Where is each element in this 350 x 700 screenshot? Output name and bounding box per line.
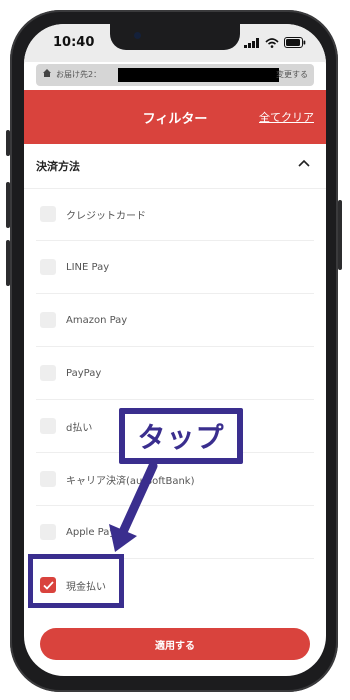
checkbox[interactable] bbox=[40, 418, 56, 434]
payment-method-section-header[interactable]: 決済方法 bbox=[24, 144, 326, 189]
delivery-address-bar[interactable]: お届け先2： 変更する bbox=[36, 64, 314, 86]
payment-option-label: PayPay bbox=[66, 367, 102, 379]
payment-option-label: d払い bbox=[66, 422, 93, 434]
payment-option[interactable]: Apple Pay bbox=[36, 506, 314, 559]
annotation-callout-inner: タップ bbox=[125, 414, 237, 458]
payment-option[interactable]: LINE Pay bbox=[36, 241, 314, 294]
wifi-icon bbox=[265, 37, 279, 48]
camera-icon bbox=[134, 32, 141, 39]
signal-icon bbox=[244, 37, 259, 48]
filter-header: フィルター 全てクリア bbox=[24, 90, 326, 144]
annotation-arrow-icon bbox=[109, 462, 158, 552]
checkbox[interactable] bbox=[40, 471, 56, 487]
payment-option[interactable]: PayPay bbox=[36, 347, 314, 400]
status-icons bbox=[244, 37, 306, 48]
clear-all-link[interactable]: 全てクリア bbox=[259, 109, 314, 125]
mute-switch bbox=[6, 130, 10, 156]
home-icon bbox=[43, 69, 51, 77]
payment-option[interactable]: Amazon Pay bbox=[36, 294, 314, 347]
payment-option-label: LINE Pay bbox=[66, 261, 110, 273]
annotation-text: タップ bbox=[137, 421, 225, 454]
battery-icon bbox=[284, 37, 306, 48]
redacted-address bbox=[118, 68, 279, 82]
volume-up-button bbox=[6, 182, 10, 228]
notch bbox=[110, 24, 240, 50]
checkbox[interactable] bbox=[40, 365, 56, 381]
change-address-link[interactable]: 変更する bbox=[276, 69, 308, 80]
volume-down-button bbox=[6, 240, 10, 286]
annotation-callout: タップ bbox=[119, 408, 243, 464]
checkbox[interactable] bbox=[40, 524, 56, 540]
annotation-highlight-box bbox=[28, 554, 124, 608]
checkbox[interactable] bbox=[40, 206, 56, 222]
apply-button[interactable]: 適用する bbox=[40, 628, 310, 660]
section-title: 決済方法 bbox=[36, 160, 80, 173]
status-time: 10:40 bbox=[53, 35, 95, 50]
chevron-up-icon[interactable] bbox=[298, 159, 310, 167]
power-button bbox=[338, 200, 342, 270]
payment-option-label: Amazon Pay bbox=[66, 314, 128, 326]
payment-option-label: クレジットカード bbox=[66, 210, 146, 222]
checkbox[interactable] bbox=[40, 259, 56, 275]
payment-option[interactable]: クレジットカード bbox=[36, 188, 314, 241]
checkbox[interactable] bbox=[40, 312, 56, 328]
status-bar: 10:40 お届け先2： 変更する bbox=[24, 24, 326, 86]
address-prefix: お届け先2： bbox=[56, 70, 102, 79]
payment-options-list: クレジットカード LINE Pay Amazon Pay PayPay d払い … bbox=[24, 188, 326, 611]
